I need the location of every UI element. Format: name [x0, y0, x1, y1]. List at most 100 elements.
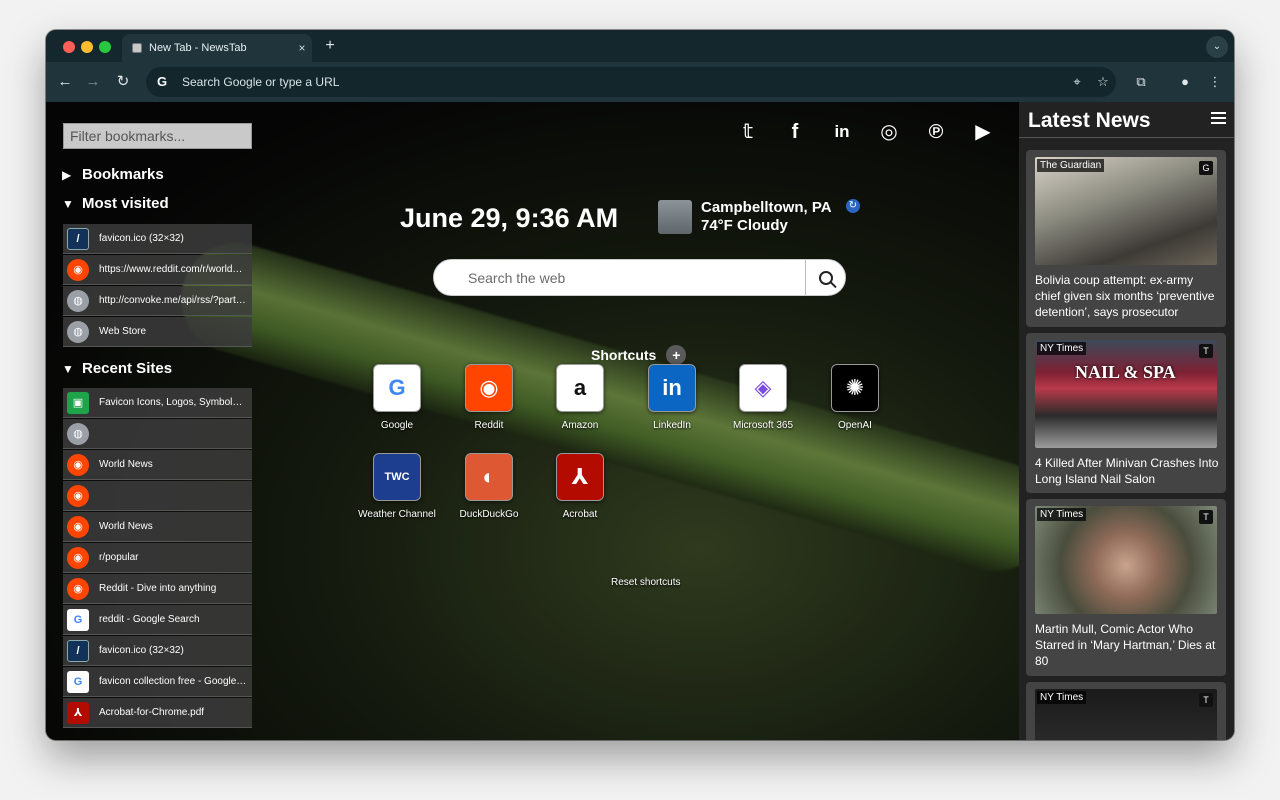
bookmark-item[interactable]: ◉ Reddit - Dive into anything — [63, 574, 252, 604]
news-source: NY Times — [1037, 508, 1087, 521]
section-label: Bookmarks — [82, 166, 164, 183]
add-shortcut-button[interactable]: + — [666, 345, 687, 365]
bookmark-item[interactable]: ◉ World News — [63, 450, 252, 480]
shortcut-linkedin[interactable]: in LinkedIn — [626, 364, 718, 431]
tab-favicon-icon — [132, 43, 142, 53]
tab-newstab[interactable]: New Tab - NewsTab × — [122, 34, 312, 62]
openai-icon: ✺ — [831, 364, 879, 412]
bookmark-item[interactable]: / favicon.ico (32×32) — [63, 636, 252, 666]
bookmark-item[interactable]: / favicon.ico (32×32) — [63, 224, 252, 254]
minimize-window-button[interactable] — [81, 41, 93, 53]
recent-sites-section-toggle[interactable]: ▼ Recent Sites — [62, 360, 172, 377]
shortcut-acrobat[interactable]: ⅄ Acrobat — [534, 453, 626, 520]
shortcut-amazon[interactable]: a Amazon — [534, 364, 626, 431]
storefront-sign: NAIL & SPA — [1075, 362, 1176, 382]
address-input[interactable]: Search Google or type a URL — [182, 75, 1064, 89]
linkedin-icon[interactable]: in — [830, 120, 854, 144]
close-icon[interactable]: × — [292, 41, 312, 55]
triangle-right-icon: ▶ — [62, 167, 72, 182]
news-image: NY Times T — [1035, 506, 1217, 614]
google-icon: G — [373, 364, 421, 412]
location-pin-icon[interactable]: ⌖ — [1064, 74, 1090, 90]
bookmark-label: Favicon Icons, Logos, Symbols - Free — [99, 397, 247, 408]
favicon-ico-icon: / — [67, 227, 89, 250]
bookmark-item[interactable]: ◉ r/popular — [63, 543, 252, 573]
amazon-icon: a — [556, 364, 604, 412]
divider — [1019, 137, 1234, 138]
bookmark-item[interactable]: ◉ https://www.reddit.com/r/worldnews/ — [63, 255, 252, 285]
bookmark-item[interactable]: ◉ World News — [63, 512, 252, 542]
bookmark-item[interactable]: ⅄ Acrobat-for-Chrome.pdf — [63, 698, 252, 728]
news-card[interactable]: NY Times T NAIL & SPA 4 Killed After Min… — [1026, 333, 1226, 493]
news-panel-title: Latest News — [1028, 109, 1151, 132]
bookmark-filter-input[interactable]: Filter bookmarks... — [63, 123, 252, 149]
news-card[interactable]: NY Times T Martin Mull, Comic Actor Who … — [1026, 499, 1226, 676]
bookmark-item[interactable]: ◍ http://convoke.me/api/rss/?partner= — [63, 286, 252, 316]
close-window-button[interactable] — [63, 41, 75, 53]
star-icon[interactable]: ☆ — [1090, 74, 1116, 90]
address-bar[interactable]: G Search Google or type a URL ⌖ ☆ — [146, 67, 1116, 97]
news-image: NY Times T — [1035, 689, 1217, 740]
google-icon: G — [156, 74, 168, 89]
bookmark-item[interactable]: Greddit - Google Search — [63, 605, 252, 635]
recent-sites-list: ▣ Favicon Icons, Logos, Symbols - Free ◍ ◉ W… — [63, 388, 252, 729]
shortcut-label: OpenAI — [838, 420, 872, 431]
shortcut-label: Google — [380, 420, 414, 431]
youtube-icon[interactable]: ▶ — [971, 120, 995, 144]
forward-icon[interactable]: → — [82, 71, 104, 93]
twitter-icon[interactable]: 𝕥 — [736, 120, 760, 144]
news-image: The Guardian G — [1035, 157, 1217, 265]
globe-icon: ◍ — [67, 422, 89, 445]
reddit-icon: ◉ — [67, 515, 89, 538]
reddit-icon: ◉ — [67, 258, 89, 281]
section-label: Recent Sites — [82, 360, 173, 377]
bookmark-item[interactable]: ▣ Favicon Icons, Logos, Symbols - Free — [63, 388, 252, 418]
instagram-icon[interactable]: ◎ — [877, 120, 901, 144]
linkedin-icon: in — [648, 364, 696, 412]
shortcuts-title: Shortcuts — [591, 347, 657, 363]
guardian-logo-icon: G — [1199, 161, 1213, 175]
shortcut-label: Acrobat — [562, 509, 598, 520]
shortcut-google[interactable]: G Google — [351, 364, 443, 431]
chevron-down-icon[interactable]: ⌄ — [1206, 36, 1228, 58]
bookmark-item[interactable]: ◍ — [63, 419, 252, 449]
news-image: NY Times T NAIL & SPA — [1035, 340, 1217, 448]
google-icon: G — [67, 670, 89, 693]
news-card[interactable]: The Guardian G Bolivia coup attempt: ex-… — [1026, 150, 1226, 327]
shortcut-openai[interactable]: ✺ OpenAI — [809, 364, 901, 431]
bookmark-label: World News — [99, 521, 153, 532]
bookmark-item[interactable]: ◍ Web Store — [63, 317, 252, 347]
acrobat-icon: ⅄ — [556, 453, 604, 501]
nytimes-logo-icon: T — [1199, 344, 1213, 358]
facebook-icon[interactable]: f — [783, 120, 807, 144]
bookmarks-section-toggle[interactable]: ▶ Bookmarks — [62, 166, 164, 183]
refresh-weather-icon[interactable]: ↻ — [846, 199, 860, 213]
shortcut-weather-channel[interactable]: TWC Weather Channel — [351, 453, 443, 520]
profile-icon[interactable]: ● — [1174, 71, 1196, 93]
globe-icon: ◍ — [67, 320, 89, 343]
news-card[interactable]: NY Times T — [1026, 682, 1226, 740]
shortcut-reddit[interactable]: ◉ Reddit — [443, 364, 535, 431]
web-search-input[interactable]: Search the web — [434, 270, 805, 286]
news-source: The Guardian — [1037, 159, 1105, 172]
search-button[interactable] — [805, 260, 845, 295]
bookmark-item[interactable]: Gfavicon collection free - Google Search — [63, 667, 252, 697]
microsoft-365-icon: ◈ — [739, 364, 787, 412]
extensions-icon[interactable]: ⧉ — [1130, 71, 1152, 93]
nytimes-logo-icon: T — [1199, 693, 1213, 707]
bookmark-label: favicon.ico (32×32) — [99, 645, 184, 656]
reset-shortcuts-link[interactable]: Reset shortcuts — [611, 577, 680, 588]
pinterest-icon[interactable]: ℗ — [924, 120, 948, 144]
shortcut-duckduckgo[interactable]: ◐ DuckDuckGo — [443, 453, 535, 520]
hamburger-menu-icon[interactable] — [1211, 112, 1226, 127]
reddit-icon: ◉ — [67, 577, 89, 600]
new-tab-button[interactable]: + — [322, 37, 338, 55]
most-visited-section-toggle[interactable]: ▼ Most visited — [62, 195, 169, 212]
bookmark-item[interactable]: ◉ — [63, 481, 252, 511]
reload-icon[interactable]: ↻ — [112, 71, 134, 93]
maximize-window-button[interactable] — [99, 41, 111, 53]
globe-icon: ◍ — [67, 289, 89, 312]
back-icon[interactable]: ← — [54, 71, 76, 93]
shortcut-microsoft-365[interactable]: ◈ Microsoft 365 — [717, 364, 809, 431]
menu-dots-icon[interactable]: ⋮ — [1204, 71, 1226, 93]
